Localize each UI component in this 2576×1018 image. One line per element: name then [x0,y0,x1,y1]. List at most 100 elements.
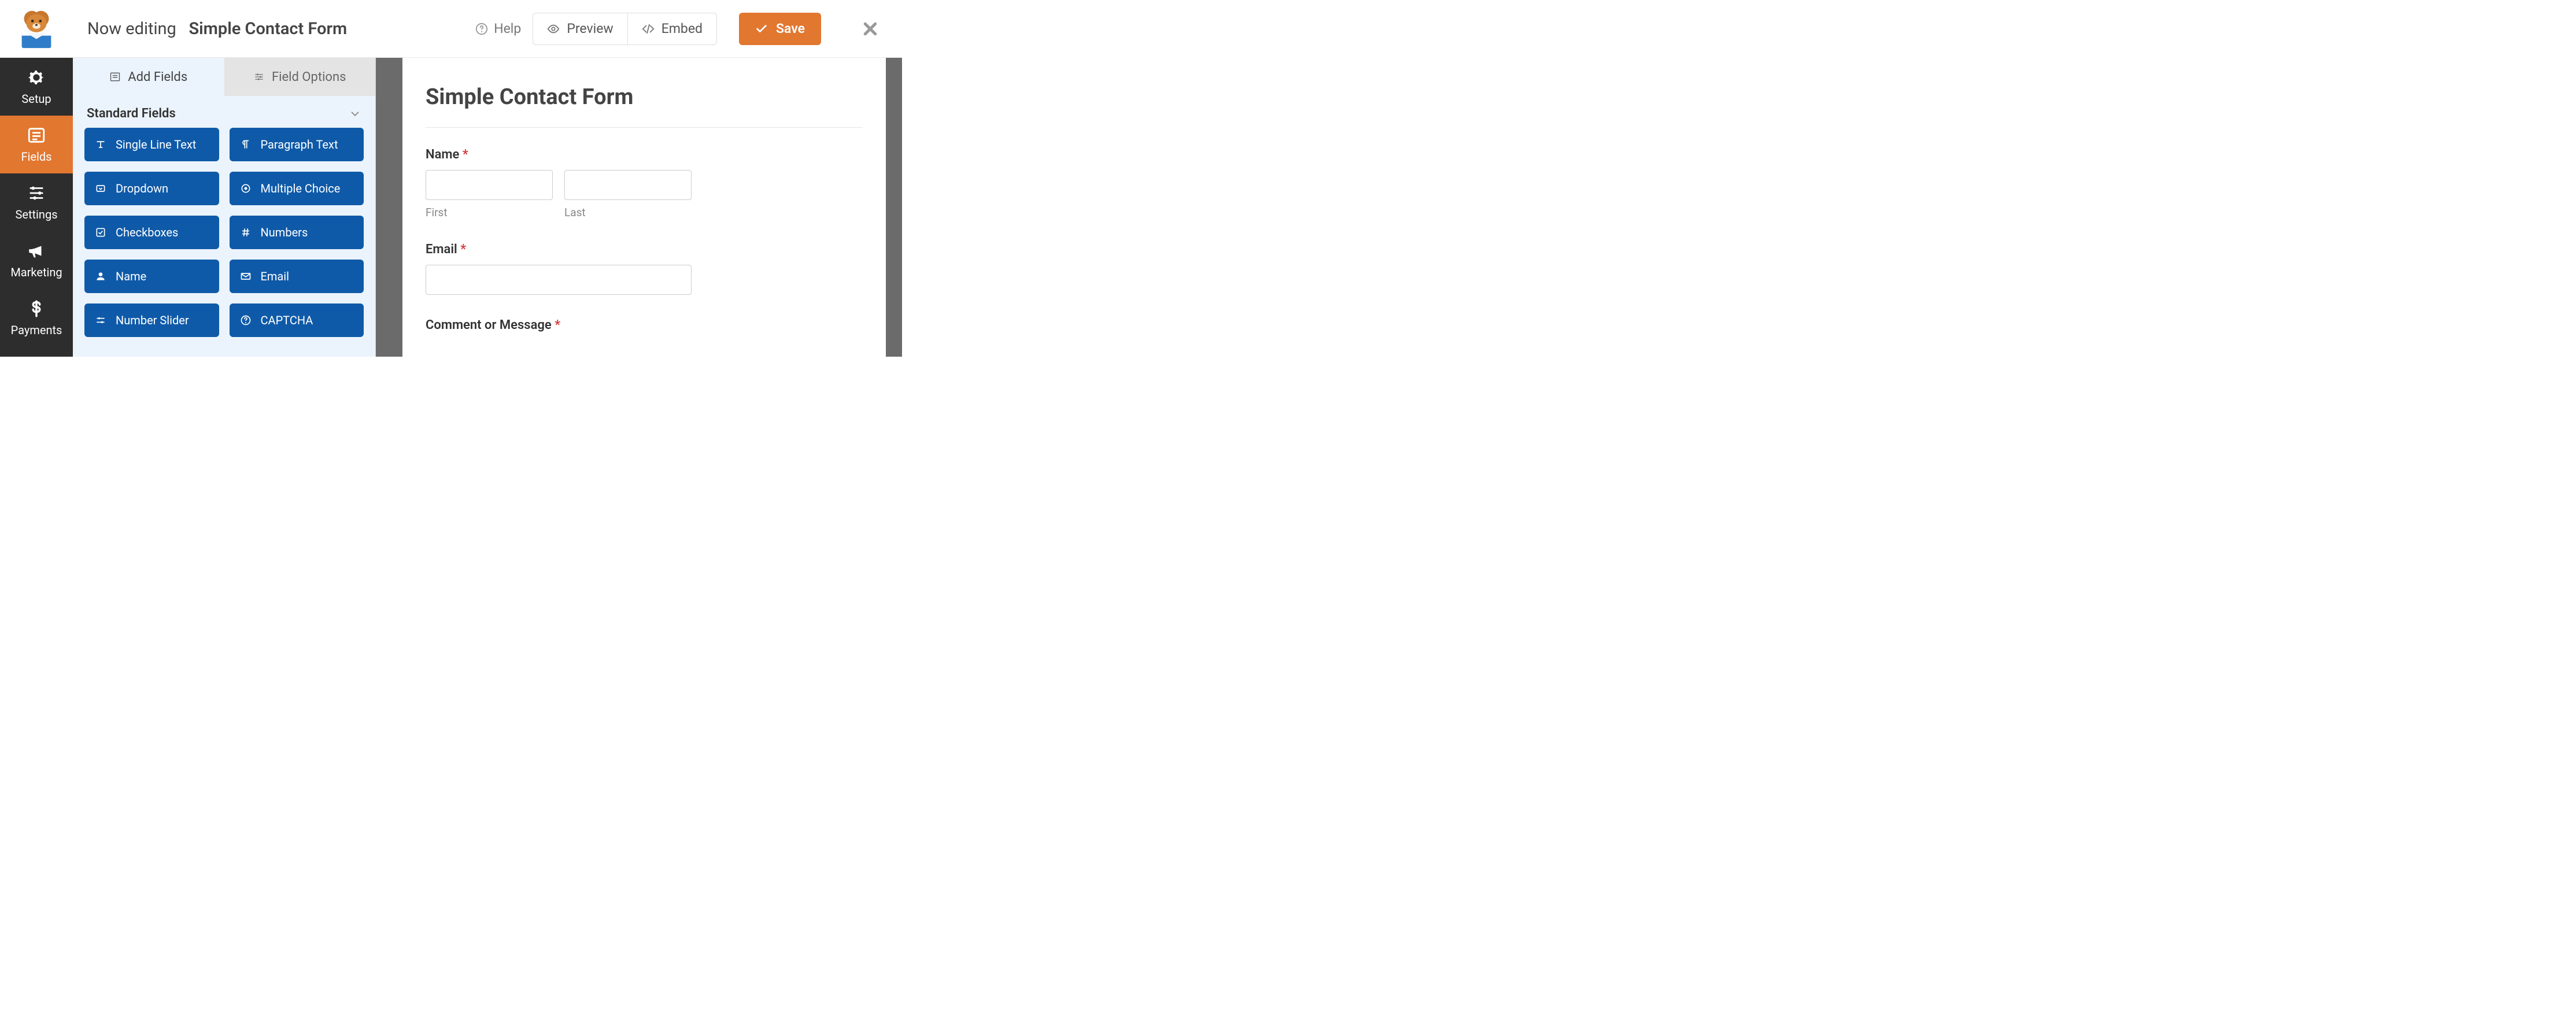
nav-payments[interactable]: Payments [0,289,73,347]
section-standard-fields[interactable]: Standard Fields [73,96,375,128]
preview-button[interactable]: Preview [533,13,627,45]
email-label: Email * [426,242,692,257]
nav-settings-label: Settings [15,208,57,221]
field-number-slider[interactable]: Number Slider [84,303,219,337]
field-label: Paragraph Text [261,138,338,151]
name-field-block: Name * First Last [426,147,692,219]
top-bar: Now editing Simple Contact Form Help Pre… [0,0,902,58]
field-paragraph-text[interactable]: Paragraph Text [230,128,364,161]
form-preview: Simple Contact Form Name * First Last Em… [402,58,886,357]
list-icon [109,71,121,83]
name-row: First Last [426,170,692,219]
fields-panel: Add Fields Field Options Standard Fields… [73,58,376,357]
left-nav: Setup Fields Settings Marketing Payments [0,58,73,357]
help-icon [475,23,488,35]
field-numbers[interactable]: Numbers [230,216,364,249]
dropdown-icon [95,183,106,194]
required-mark: * [460,242,466,257]
nav-marketing-label: Marketing [10,265,62,279]
first-sublabel: First [426,206,553,219]
tab-options-label: Field Options [272,70,346,84]
captcha-icon [240,314,252,326]
tab-field-options[interactable]: Field Options [224,58,376,96]
last-name-input[interactable] [564,170,692,200]
envelope-icon [240,271,252,282]
name-label-text: Name [426,147,459,162]
gutter-left [376,58,402,357]
options-icon [253,71,265,83]
embed-button[interactable]: Embed [628,13,717,45]
tab-add-label: Add Fields [128,70,187,84]
field-label: Number Slider [116,313,189,327]
email-label-text: Email [426,242,457,257]
name-label: Name * [426,147,692,162]
form-icon [27,125,46,145]
bear-form-icon [14,6,59,51]
help-label: Help [494,21,521,36]
form-name: Simple Contact Form [189,19,347,39]
nav-marketing[interactable]: Marketing [0,231,73,289]
dollar-icon [27,299,46,319]
section-title: Standard Fields [87,106,176,121]
save-label: Save [776,21,805,36]
comment-label: Comment or Message * [426,318,692,332]
nav-settings[interactable]: Settings [0,173,73,231]
preview-embed-group: Preview Embed [533,13,717,45]
field-email[interactable]: Email [230,260,364,293]
eye-icon [547,23,560,35]
field-label: Numbers [261,225,308,239]
bullhorn-icon [27,241,46,261]
nav-setup-label: Setup [21,92,51,106]
comment-label-text: Comment or Message [426,318,552,332]
tab-add-fields[interactable]: Add Fields [73,58,224,96]
sliders-icon [27,183,46,203]
nav-fields[interactable]: Fields [0,116,73,173]
editing-prefix: Now editing [87,19,176,39]
first-name-input[interactable] [426,170,553,200]
save-button[interactable]: Save [739,13,821,45]
field-captcha[interactable]: CAPTCHA [230,303,364,337]
field-checkboxes[interactable]: Checkboxes [84,216,219,249]
user-icon [95,271,106,282]
field-label: Multiple Choice [261,182,341,195]
field-single-line-text[interactable]: Single Line Text [84,128,219,161]
code-icon [642,23,655,35]
email-field-block: Email * [426,242,692,295]
paragraph-icon [240,139,252,150]
close-button[interactable] [856,14,885,43]
field-dropdown[interactable]: Dropdown [84,172,219,205]
form-title: Simple Contact Form [426,84,863,128]
chevron-down-icon [349,108,361,120]
field-name[interactable]: Name [84,260,219,293]
comment-field-block: Comment or Message * [426,318,692,332]
nav-setup[interactable]: Setup [0,58,73,116]
close-icon [862,20,879,38]
first-name-col: First [426,170,553,219]
field-grid: Single Line Text Paragraph Text Dropdown… [73,128,375,337]
last-sublabel: Last [564,206,692,219]
field-label: CAPTCHA [261,313,313,327]
field-label: Single Line Text [116,138,196,151]
editing-title: Now editing Simple Contact Form [73,19,475,39]
text-icon [95,139,106,150]
required-mark: * [555,318,560,332]
required-mark: * [463,147,468,162]
gutter-right [886,58,902,357]
wpforms-logo [0,6,73,51]
field-label: Checkboxes [116,225,178,239]
field-label: Name [116,269,146,283]
checkbox-icon [95,227,106,238]
radio-icon [240,183,252,194]
top-controls: Help Preview Embed Save [475,13,885,45]
gear-icon [27,68,46,87]
last-name-col: Last [564,170,692,219]
help-link[interactable]: Help [475,21,521,36]
email-input[interactable] [426,265,692,295]
field-label: Dropdown [116,182,168,195]
slider-icon [95,314,106,326]
field-multiple-choice[interactable]: Multiple Choice [230,172,364,205]
embed-label: Embed [661,21,703,36]
nav-payments-label: Payments [11,323,62,337]
nav-fields-label: Fields [21,150,52,164]
check-icon [755,23,768,35]
